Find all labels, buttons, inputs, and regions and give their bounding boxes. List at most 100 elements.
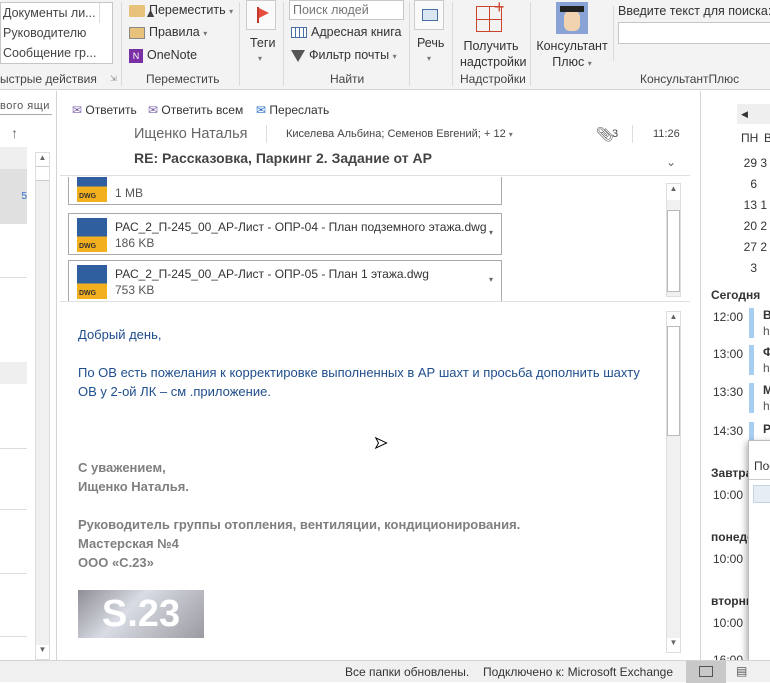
quick-step-item[interactable]: Руководителю	[1, 23, 99, 43]
weekday: ПН	[741, 131, 759, 145]
event-time: 13:30	[713, 385, 744, 399]
forward-icon: ✉	[256, 103, 267, 117]
event-bar[interactable]	[749, 345, 754, 375]
attachment-item[interactable]: DWG 1 MB	[68, 177, 502, 205]
calendar-day[interactable]: 6	[737, 174, 757, 195]
event-time: 10:00	[713, 616, 744, 630]
list-group-header	[0, 147, 27, 169]
event-title[interactable]: Р	[763, 422, 770, 436]
reply-all-button[interactable]: ✉ Ответить всем	[148, 103, 243, 117]
more-recipients-button[interactable]: + 12 ▾	[484, 128, 513, 140]
signature-line: ООО «С.23»	[78, 555, 154, 570]
list-item[interactable]	[0, 636, 27, 637]
list-item[interactable]	[0, 573, 27, 574]
recipients[interactable]: Киселева Альбина; Семенов Евгений;	[286, 128, 481, 140]
message-time: 11:26	[653, 128, 680, 140]
consultant-plus-logo-icon	[556, 2, 588, 34]
read-aloud-icon	[422, 9, 438, 21]
calendar-day[interactable]: 3	[760, 156, 767, 170]
calendar-day[interactable]: 29	[737, 153, 757, 174]
message-subject: RE: Рассказовка, Паркинг 2. Задание от А…	[134, 150, 432, 166]
calendar-day[interactable]: 13	[737, 195, 757, 216]
quick-steps-gallery[interactable]: Документы ли... Руководителю Сообщение г…	[0, 2, 157, 64]
speech-button[interactable]	[414, 0, 444, 30]
status-bar: Все папки обновлены. Подключено к: Micro…	[0, 660, 770, 683]
signature-line: Руководитель группы отопления, вентиляци…	[78, 517, 521, 532]
body-greeting: Добрый день,	[78, 327, 162, 342]
sort-arrow-up-icon[interactable]: ↑	[11, 125, 18, 141]
list-item[interactable]	[0, 277, 27, 278]
address-book-button[interactable]: Адресная книга	[291, 25, 401, 39]
move-button[interactable]: Переместить ▾	[129, 3, 233, 17]
filter-mail-button[interactable]: Фильтр почты ▾	[291, 48, 397, 62]
today-label: Сегодня	[711, 288, 761, 302]
sender-name[interactable]: Ищенко Наталья	[134, 126, 248, 142]
dialog-launcher-icon[interactable]: ⇲	[110, 74, 117, 83]
quick-step-item[interactable]: Сообщение гр...	[1, 43, 99, 63]
forward-button[interactable]: ✉ Переслать	[256, 103, 329, 117]
dwg-file-icon: DWG	[77, 218, 107, 252]
attachment-menu-chevron-icon[interactable]: ▾	[489, 228, 493, 237]
address-book-icon	[291, 27, 307, 39]
normal-view-button[interactable]	[686, 661, 726, 683]
list-item[interactable]	[0, 509, 27, 510]
list-group-header	[0, 362, 27, 384]
event-time: 10:00	[713, 488, 744, 502]
body-scrollbar[interactable]: ▲ ▼	[666, 311, 681, 653]
mouse-cursor-icon: ➤	[373, 435, 388, 453]
previous-month-button[interactable]: ◀	[737, 104, 770, 124]
event-bar[interactable]	[749, 383, 754, 413]
message-list-scrollbar[interactable]: ▲ ▼	[35, 152, 50, 660]
list-item[interactable]	[0, 448, 27, 449]
reply-button[interactable]: ✉ Ответить	[72, 103, 137, 117]
speech-label[interactable]: Речь	[417, 36, 444, 50]
normal-view-icon	[699, 666, 713, 677]
popup-title: Пос	[754, 459, 770, 473]
taskbar-preview-popup[interactable]: Пос	[748, 440, 770, 662]
calendar-day[interactable]: 20	[737, 216, 757, 237]
event-time: 13:00	[713, 347, 744, 361]
attachments-scrollbar[interactable]: ▲	[666, 183, 681, 297]
event-title[interactable]: В	[763, 308, 770, 322]
consultant-search-input[interactable]	[618, 22, 770, 44]
attachments-well: DWG 1 MB DWG РАС_2_П-245_00_АР-Лист - ОП…	[60, 177, 660, 301]
list-item-selected[interactable]: 5	[0, 169, 27, 224]
get-addins-button[interactable]: Получить надстройки	[460, 38, 526, 70]
dwg-file-icon: DWG	[77, 265, 107, 299]
signature-line: С уважением,	[78, 460, 166, 475]
attachment-menu-chevron-icon[interactable]: ▾	[489, 275, 493, 284]
addins-group-label: Надстройки	[460, 72, 526, 86]
status-connection: Подключено к: Microsoft Exchange	[483, 665, 674, 679]
quick-step-item[interactable]: Документы ли...	[1, 3, 99, 23]
reply-icon: ✉	[72, 103, 83, 117]
event-time: 14:30	[713, 424, 744, 438]
search-people-input[interactable]	[289, 0, 404, 20]
onenote-button[interactable]: N OneNote	[129, 48, 197, 63]
reading-view-icon[interactable]: ▤	[736, 664, 747, 678]
calendar-day[interactable]: 2	[760, 219, 767, 233]
event-time: 10:00	[713, 552, 744, 566]
event-title[interactable]: Ф	[763, 345, 770, 359]
calendar-day[interactable]: 1	[760, 198, 767, 212]
event-bar[interactable]	[749, 308, 754, 338]
rules-button[interactable]: Правила ▾	[129, 25, 207, 39]
tags-label[interactable]: Теги	[250, 36, 275, 50]
consultant-plus-button[interactable]: Консультант Плюс ▾	[536, 38, 608, 72]
attachment-item[interactable]: DWG РАС_2_П-245_00_АР-Лист - ОПР-04 - Пл…	[68, 213, 502, 255]
calendar-day[interactable]: 27	[737, 237, 757, 258]
calendar-day[interactable]: 3	[737, 258, 757, 279]
find-group-label: Найти	[330, 72, 365, 86]
event-location: ht	[763, 361, 770, 375]
tags-button[interactable]	[246, 0, 276, 30]
weekday: В	[764, 131, 770, 145]
onenote-icon: N	[129, 48, 143, 63]
body-text: По ОВ есть пожелания к корректировке вып…	[78, 365, 640, 399]
attachment-item[interactable]: DWG РАС_2_П-245_00_АР-Лист - ОПР-05 - Пл…	[68, 260, 502, 301]
expand-header-chevron-icon[interactable]: ⌄	[666, 155, 676, 169]
list-header[interactable]: вого ящи	[0, 100, 52, 115]
chevron-down-icon: ▾	[427, 54, 432, 63]
attachment-count: 3	[612, 128, 619, 140]
company-logo: S.23	[78, 590, 204, 638]
event-title[interactable]: М	[763, 383, 770, 397]
calendar-day[interactable]: 2	[760, 240, 767, 254]
